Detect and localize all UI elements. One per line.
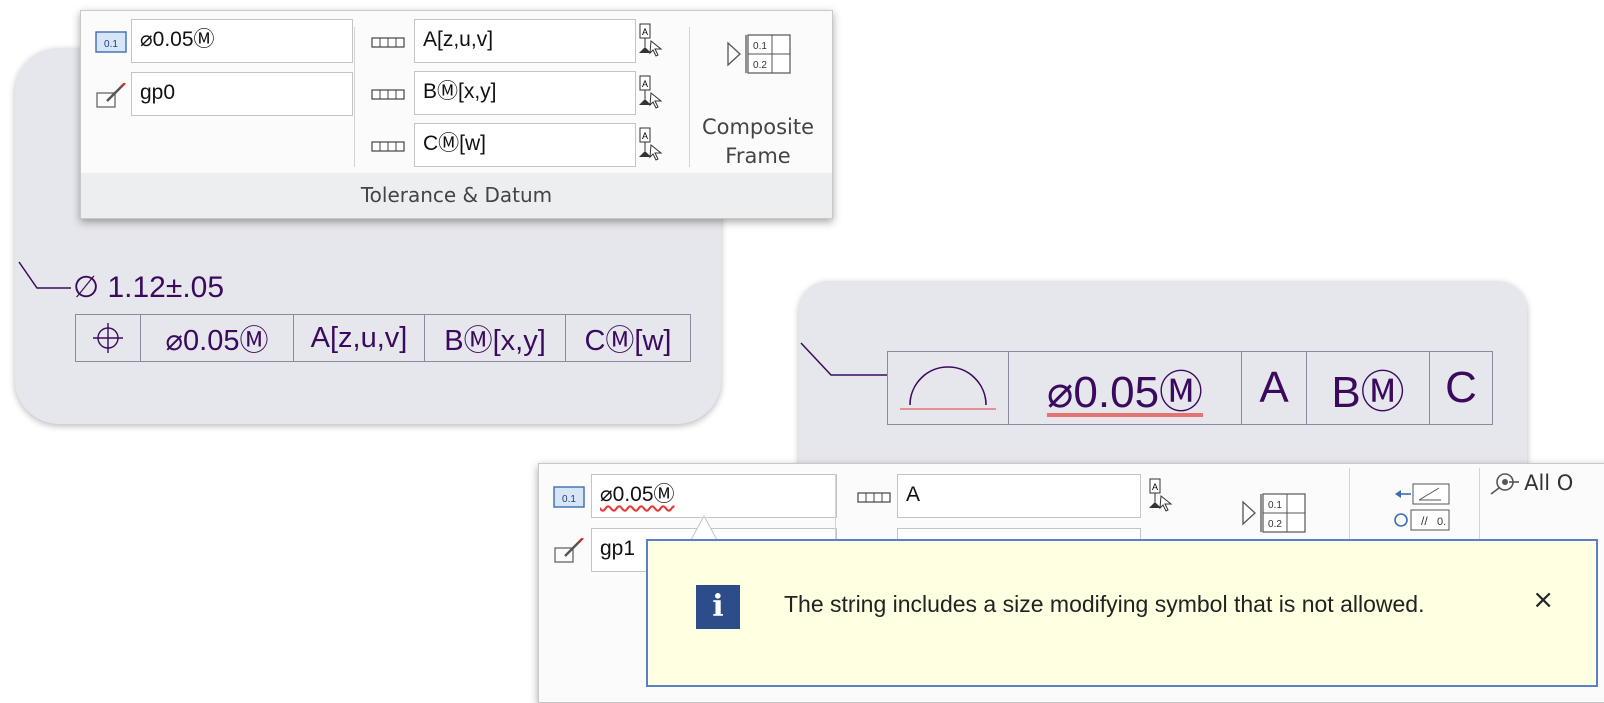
svg-text:0.: 0. <box>1437 516 1446 528</box>
svg-text:0.1: 0.1 <box>104 39 118 50</box>
datum-secondary-input[interactable]: BⓂ[x,y] <box>414 71 636 115</box>
profile-symbol-cell <box>888 352 1009 424</box>
error-message-balloon: i The string includes a size modifying s… <box>646 539 1598 687</box>
feature-control-frame-bottom[interactable]: ⌀0.05Ⓜ A BⓂ C <box>887 351 1493 425</box>
svg-text:A: A <box>642 131 648 141</box>
composite-frame-icon: 0.1 0.2 <box>727 34 791 74</box>
feature-control-frame-top[interactable]: ⌀0.05Ⓜ A[z,u,v] BⓂ[x,y] CⓂ[w] <box>75 314 691 362</box>
profile-of-line-icon <box>900 366 996 410</box>
all-options-label: All O <box>1524 471 1574 495</box>
fcf-datum-primary-cell: A <box>1242 352 1307 424</box>
composite-frame-label-line1: Composite <box>701 115 815 139</box>
datum-reference-icon <box>857 492 891 503</box>
options-icon <box>1490 473 1519 495</box>
datum-select-icon[interactable]: A <box>637 127 665 161</box>
composite-frame-icon[interactable]: 0.1 0.2 <box>1241 490 1309 536</box>
tolerance-value-icon: 0.1 <box>553 486 585 508</box>
datum-reference-icon <box>371 89 405 100</box>
edit-name-icon <box>554 538 584 563</box>
leader-line <box>800 342 887 376</box>
close-button[interactable]: × <box>1532 585 1554 615</box>
composite-frame-button[interactable]: 0.1 0.2 Composite Frame <box>693 21 823 171</box>
error-message-text: The string includes a size modifying sym… <box>784 591 1425 617</box>
svg-text:A: A <box>642 27 648 37</box>
fcf-datum-primary-cell: A[z,u,v] <box>294 315 425 361</box>
svg-text:0.1: 0.1 <box>1268 500 1282 511</box>
svg-text://: // <box>1421 514 1428 528</box>
datum-primary-input[interactable]: A <box>897 474 1141 518</box>
tolerance-datum-panel-top: 0.1 ⌀0.05Ⓜ gp0 A[z,u,v] A BⓂ[x,y] A CⓂ[w… <box>80 10 833 219</box>
tolerance-modifiers-icon[interactable]: // 0. <box>1391 478 1451 538</box>
tolerance-value-input[interactable]: ⌀0.05Ⓜ <box>131 19 353 63</box>
edit-name-icon <box>96 83 126 108</box>
fcf-tolerance-cell: ⌀0.05Ⓜ <box>1009 352 1242 424</box>
fcf-tolerance-cell: ⌀0.05Ⓜ <box>141 315 294 361</box>
fcf-datum-secondary-cell: BⓂ[x,y] <box>425 315 566 361</box>
position-symbol-cell <box>76 315 141 361</box>
composite-frame-label-line2: Frame <box>725 144 791 168</box>
datum-select-icon[interactable]: A <box>1147 478 1175 512</box>
datum-select-icon[interactable]: A <box>637 23 665 57</box>
datum-primary-input[interactable]: A[z,u,v] <box>414 19 636 63</box>
svg-text:A: A <box>642 79 648 89</box>
svg-text:0.1: 0.1 <box>562 494 576 505</box>
leader-line <box>18 261 71 289</box>
svg-text:0.1: 0.1 <box>753 41 767 52</box>
all-options-button[interactable]: All O <box>1489 470 1573 500</box>
group-label: Tolerance & Datum <box>81 173 832 218</box>
datum-select-icon[interactable]: A <box>637 75 665 109</box>
dimension-text[interactable]: ∅ 1.12±.05 <box>73 270 224 305</box>
svg-text:0.2: 0.2 <box>753 60 767 71</box>
fcf-datum-secondary-cell: BⓂ <box>1307 352 1430 424</box>
svg-text:0.2: 0.2 <box>1268 519 1282 530</box>
fcf-datum-tertiary-cell: CⓂ[w] <box>584 325 672 357</box>
datum-reference-icon <box>371 141 405 152</box>
tolerance-value-input[interactable]: ⌀0.05Ⓜ <box>591 474 837 518</box>
datum-reference-icon <box>371 37 405 48</box>
svg-text:A: A <box>1152 482 1158 492</box>
info-icon: i <box>696 585 740 629</box>
position-tolerance-icon <box>93 323 123 353</box>
geometry-name-input[interactable]: gp0 <box>131 72 353 116</box>
tolerance-value-icon: 0.1 <box>95 31 127 53</box>
fcf-datum-tertiary-cell: C <box>1445 363 1477 412</box>
datum-tertiary-input[interactable]: CⓂ[w] <box>414 123 636 167</box>
